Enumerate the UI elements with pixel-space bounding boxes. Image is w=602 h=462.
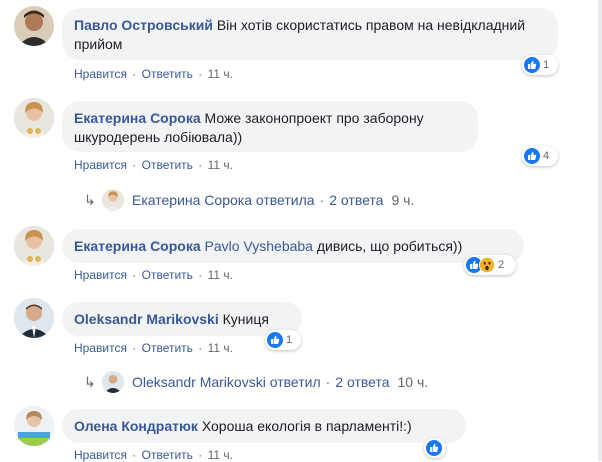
comment-text: Куниця [222,311,269,327]
reply-link[interactable]: Ответить [142,158,193,172]
avatar[interactable] [14,226,54,266]
reaction-count: 1 [543,59,550,71]
comment-author[interactable]: Олена Кондратюк [74,418,198,434]
avatar[interactable] [14,98,54,138]
reply-arrow-icon: ↳ [84,373,96,390]
reply-verb[interactable]: ответила [256,192,315,208]
reaction-count: 1 [286,334,293,346]
mention-link[interactable]: Pavlo Vyshebaba [205,238,313,254]
comment-time[interactable]: 11 ч. [208,67,233,81]
comment-bubble: Павло Островський Він хотів скористатись… [62,8,558,60]
avatar[interactable] [14,6,54,46]
comment-actions: Нравится · Ответить · 11 ч. [74,448,233,462]
reply-count[interactable]: 2 ответа [335,374,389,390]
separator: · [198,341,203,355]
reply-author[interactable]: Oleksandr Marikovski [132,374,266,390]
scroll-frame-edge [598,0,602,461]
separator: · [132,341,137,355]
separator: · [132,158,137,172]
comment-author[interactable]: Екатерина Сорока [74,238,201,254]
avatar[interactable] [14,406,54,446]
reply-link[interactable]: Ответить [142,67,193,81]
reactions-summary[interactable]: 2 [464,255,516,275]
comment-author[interactable]: Павло Островський [74,17,213,33]
comment-bubble: Олена Кондратюк Хороша екологія в парлам… [62,409,466,443]
comment-actions: Нравится · Ответить · 11 ч. [74,158,233,172]
reply-link[interactable]: Ответить [142,341,193,355]
comment-time[interactable]: 11 ч. [208,448,233,462]
avatar [102,371,124,393]
like-link[interactable]: Нравится [74,341,127,355]
comment-text: Хороша екологія в парламенті!:) [201,418,412,434]
reaction-count: 4 [543,150,550,162]
separator: · [198,268,203,282]
separator: · [198,158,203,172]
like-link[interactable]: Нравится [74,158,127,172]
reactions-summary[interactable]: 1 [265,330,301,350]
separator: · [198,67,203,81]
view-replies-link[interactable]: ↳ Екатерина Сорока ответила · 2 ответа 9… [84,189,414,211]
reaction-count: 2 [498,259,505,271]
comment-bubble: Екатерина Сорока Може законопроект про з… [62,101,478,152]
comment-time[interactable]: 11 ч. [208,158,233,172]
reactions-summary[interactable]: 4 [522,146,558,166]
reply-link[interactable]: Ответить [142,268,193,282]
comment-author[interactable]: Екатерина Сорока [74,110,201,126]
like-link[interactable]: Нравится [74,448,127,462]
wow-icon [479,257,495,273]
like-icon [524,148,540,164]
comment-text: дивись, що робиться)) [316,238,463,254]
view-replies-link[interactable]: ↳ Oleksandr Marikovski ответил · 2 ответ… [84,371,428,393]
separator: · [325,374,331,390]
comment-bubble: Екатерина Сорока Pavlo Vyshebaba дивись,… [62,229,524,263]
comment-author[interactable]: Oleksandr Marikovski [74,311,219,327]
comment-actions: Нравится · Ответить · 11 ч. [74,67,233,81]
reply-arrow-icon: ↳ [84,191,96,208]
reactions-summary[interactable]: 1 [522,55,558,75]
like-link[interactable]: Нравится [74,268,127,282]
like-icon [524,57,540,73]
like-icon [267,332,283,348]
comment-time[interactable]: 11 ч. [208,268,233,282]
avatar [102,189,124,211]
reply-link[interactable]: Ответить [142,448,193,462]
separator: · [132,448,137,462]
reply-count[interactable]: 2 ответа [329,192,383,208]
comment-bubble: Oleksandr Marikovski Куниця [62,302,302,336]
avatar[interactable] [14,298,54,338]
reply-time: 10 ч. [397,374,429,390]
comment-actions: Нравится · Ответить · 11 ч. [74,268,233,282]
reply-verb[interactable]: ответил [270,374,321,390]
separator: · [198,448,203,462]
separator: · [319,192,325,208]
separator: · [132,67,137,81]
like-link[interactable]: Нравится [74,67,127,81]
reply-time: 9 ч. [391,192,415,208]
separator: · [132,268,137,282]
comment-actions: Нравится · Ответить · 11 ч. [74,341,233,355]
reactions-summary[interactable] [424,438,446,458]
comment-time[interactable]: 11 ч. [208,341,233,355]
reply-author[interactable]: Екатерина Сорока [132,192,252,208]
like-icon [426,440,442,456]
